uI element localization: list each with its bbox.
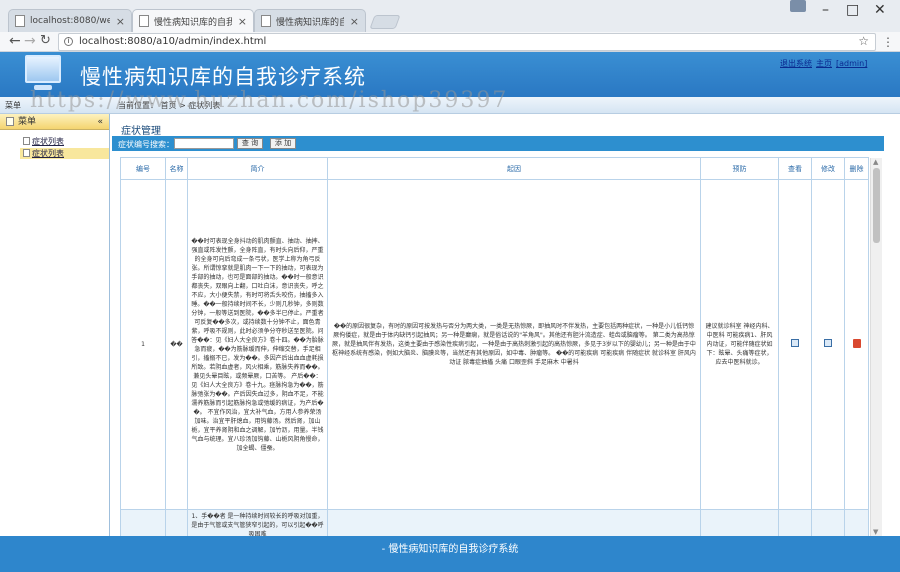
cell-name: �� (165, 179, 188, 510)
sidebar-item-symptoms-selected[interactable]: 症状列表 (20, 148, 109, 159)
view-icon[interactable] (791, 339, 799, 347)
url-input[interactable]: i localhost:8080/a10/admin/index.html ☆ (58, 33, 876, 51)
new-tab-button[interactable] (369, 15, 401, 29)
main-content: 症状管理 症状编号搜索： 查 询 添 加 编号 名称 简介 起因 预防 查看 修… (112, 114, 886, 536)
cell-id: 1 (120, 179, 166, 510)
reload-icon[interactable]: ↻ (40, 33, 51, 48)
add-button[interactable]: 添 加 (270, 138, 296, 149)
url-text: localhost:8080/a10/admin/index.html (79, 36, 267, 47)
info-icon[interactable]: i (64, 37, 73, 46)
col-header-delete: 删除 (844, 157, 869, 180)
page-icon (15, 15, 25, 27)
browser-tabbar: localhost:8080/webro × 慢性病知识库的自我诊 × 慢性病知… (0, 0, 900, 32)
minimize-icon[interactable]: – (822, 2, 829, 18)
symptom-table: 编号 名称 简介 起因 预防 查看 修改 删除 1 �� ��时可表现全身抖动的… (120, 157, 869, 536)
folder-icon (6, 117, 14, 126)
browser-tab-1[interactable]: localhost:8080/webro × (8, 9, 132, 32)
top-links: 退出系统 主页 [admin] (780, 58, 871, 69)
menu-icon[interactable]: ⋮ (882, 35, 894, 49)
col-header-cause: 起因 (327, 157, 701, 180)
monitor-logo-icon (25, 55, 61, 83)
table-row: 1 �� ��时可表现全身抖动的肌肉颤直、抽动、抽摔、强直或阵发性颤，全身阵直，… (120, 179, 869, 510)
col-header-name: 名称 (165, 157, 188, 180)
cell-delete (844, 509, 869, 536)
footer: - 慢性病知识库的自我诊疗系统 (0, 536, 900, 572)
sidebar-header-label: 菜单 (18, 117, 37, 127)
table-header-row: 编号 名称 简介 起因 预防 查看 修改 删除 (120, 157, 869, 180)
sidebar-item-label: 症状列表 (32, 149, 64, 158)
cell-prevent (700, 509, 779, 536)
logout-link[interactable]: 退出系统 (780, 59, 812, 68)
close-icon[interactable]: × (238, 15, 247, 28)
cell-intro: 1、手��者 是一种持续时间较长的呼吸对加重，是由于气管或支气管狭窄引起的，可以… (187, 509, 328, 536)
close-icon[interactable]: × (116, 15, 125, 28)
scroll-up-icon[interactable]: ▲ (873, 158, 878, 166)
cell-view (778, 179, 812, 510)
home-link[interactable]: 主页 (816, 59, 832, 68)
window-close-icon[interactable]: ✕ (874, 2, 886, 18)
app-title: 慢性病知识库的自我诊疗系统 (80, 65, 366, 89)
address-toolbar: ← → ↻ i localhost:8080/a10/admin/index.h… (0, 32, 900, 52)
cell-intro: ��时可表现全身抖动的肌肉颤直、抽动、抽摔、强直或阵发性颤，全身阵直，有时头向后… (187, 179, 328, 510)
col-header-prevent: 预防 (700, 157, 779, 180)
search-input[interactable] (174, 138, 234, 149)
star-icon[interactable]: ☆ (858, 33, 869, 49)
cell-edit (811, 509, 845, 536)
col-header-edit: 修改 (811, 157, 845, 180)
tab-label: 慢性病知识库的自我诊疗 (276, 17, 344, 28)
table-scrollbar[interactable]: ▲ ▼ (870, 158, 882, 536)
watermark: https://www.huzhan.com/ishop39397 (30, 88, 509, 113)
profile-icon[interactable] (790, 0, 806, 12)
document-icon (23, 149, 30, 157)
scroll-thumb[interactable] (873, 168, 880, 243)
collapse-icon[interactable]: « (97, 114, 103, 130)
cell-delete (844, 179, 869, 510)
sidebar-item-symptoms[interactable]: 症状列表 (0, 136, 109, 147)
cell-edit (811, 179, 845, 510)
cell-id (120, 509, 166, 536)
maximize-icon[interactable]: □ (846, 2, 859, 18)
edit-icon[interactable] (824, 339, 832, 347)
tab-label: 慢性病知识库的自我诊 (154, 17, 232, 28)
close-icon[interactable]: × (350, 15, 359, 28)
sidebar-item-label: 症状列表 (32, 137, 64, 146)
browser-tab-2[interactable]: 慢性病知识库的自我诊 × (132, 9, 254, 32)
tab-label: localhost:8080/webro (30, 16, 110, 26)
forward-icon[interactable]: → (24, 33, 36, 49)
sidebar-header[interactable]: 菜单 « (0, 114, 109, 130)
scroll-down-icon[interactable]: ▼ (873, 528, 878, 536)
cell-view (778, 509, 812, 536)
browser-tab-3[interactable]: 慢性病知识库的自我诊疗 × (254, 9, 366, 32)
query-button[interactable]: 查 询 (237, 138, 263, 149)
breadcrumb-menu: 菜单 (5, 101, 21, 110)
delete-icon[interactable] (852, 338, 861, 348)
col-header-view: 查看 (778, 157, 812, 180)
page-icon (139, 15, 149, 27)
back-icon[interactable]: ← (9, 33, 21, 49)
page-title: 症状管理 (121, 126, 161, 137)
cell-name (165, 509, 188, 536)
table-row: 1、手��者 是一种持续时间较长的呼吸对加重，是由于气管或支气管狭窄引起的，可以… (120, 509, 869, 536)
sidebar: 菜单 « 症状列表 症状列表 (0, 114, 110, 536)
search-label: 症状编号搜索： (118, 140, 174, 149)
cell-cause: ��的原因很复杂，有时的原因可按发热与否分为两大类，一类是无热惊厥，即抽风时不伴… (327, 179, 701, 510)
cell-cause (327, 509, 701, 536)
col-header-intro: 简介 (187, 157, 328, 180)
user-link[interactable]: [admin] (836, 59, 867, 68)
search-bar: 症状编号搜索： 查 询 添 加 (112, 136, 884, 151)
col-header-id: 编号 (120, 157, 166, 180)
document-icon (23, 137, 30, 145)
cell-prevent: 建议就诊科室 神经内科、中医科 可能疾病1、肝风内动证，可能伴随症状如下：眩晕、… (700, 179, 779, 510)
page-icon (261, 15, 271, 27)
